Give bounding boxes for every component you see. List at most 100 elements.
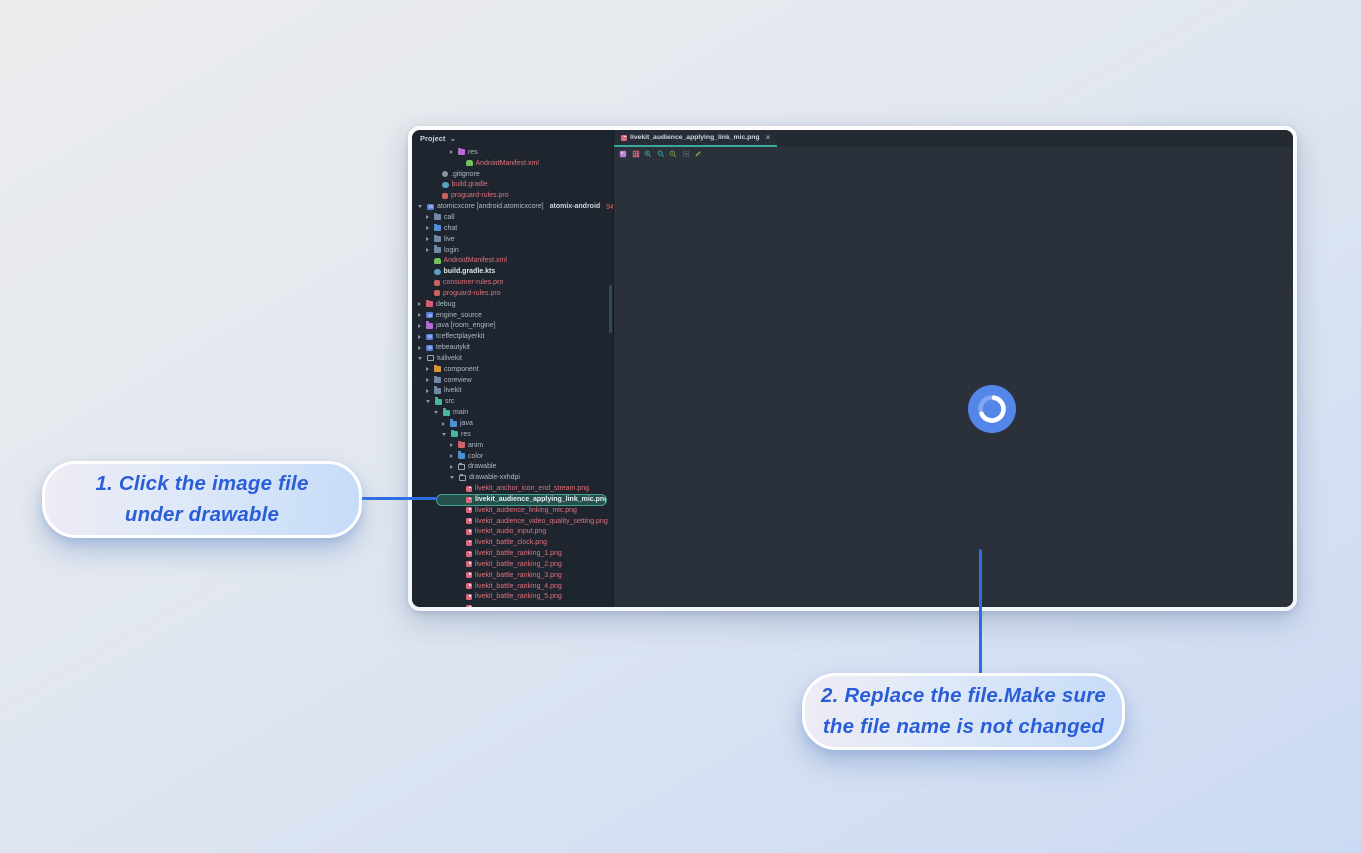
chevron-down-icon[interactable]	[442, 432, 446, 436]
chevron-right-icon[interactable]	[426, 388, 431, 393]
tree-item-label: livekit_battle_ranking_2.png	[475, 560, 562, 568]
editor-tab-active[interactable]: livekit_audience_applying_link_mic.png ×	[614, 130, 778, 147]
tree-item[interactable]: proguard-rules.pro	[412, 190, 613, 201]
tree-item-label: java	[460, 420, 473, 428]
tree-item[interactable]: .gitignore	[412, 169, 613, 180]
chevron-down-icon[interactable]	[418, 356, 422, 360]
tree-item[interactable]: res	[412, 147, 613, 158]
pixel-grid-icon[interactable]	[632, 150, 640, 158]
tree-item-selected[interactable]: livekit_audience_applying_link_mic.png	[436, 493, 607, 506]
chevron-down-icon[interactable]	[418, 205, 422, 209]
tree-item[interactable]: livekit_battle_ranking_3.png	[412, 570, 613, 581]
project-panel-title: Project	[420, 134, 446, 143]
image-file-icon	[466, 583, 472, 590]
tree-item[interactable]: src	[412, 396, 613, 407]
tree-item[interactable]: debug	[412, 299, 613, 310]
chevron-right-icon[interactable]	[450, 454, 455, 459]
chevron-right-icon[interactable]	[418, 302, 423, 307]
tree-item[interactable]: tceffectplayerkit	[412, 331, 613, 342]
tree-item[interactable]: java	[412, 418, 613, 429]
chevron-right-icon[interactable]	[418, 334, 423, 339]
tree-item[interactable]: livekit_battle_ranking_5.png	[412, 592, 613, 603]
tree-item[interactable]: atomicxcore [android.atomicxcore] atomix-…	[412, 201, 613, 212]
chevron-right-icon[interactable]	[426, 226, 431, 231]
chevron-right-icon[interactable]	[426, 378, 431, 383]
tree-item[interactable]: chat	[412, 223, 613, 234]
tree-item[interactable]: live	[412, 234, 613, 245]
tree-item[interactable]: tebeautykit	[412, 342, 613, 353]
tree-item[interactable]: call	[412, 212, 613, 223]
tree-item[interactable]: build.gradle.kts	[412, 266, 613, 277]
tree-item[interactable]: livekit_battle_ranking_1.png	[412, 548, 613, 559]
module-icon	[426, 312, 433, 319]
close-icon[interactable]: ×	[766, 133, 771, 142]
chevron-down-icon[interactable]	[434, 411, 438, 415]
chevron-right-icon[interactable]	[450, 150, 455, 155]
chessboard-background-icon[interactable]	[619, 150, 627, 158]
image-file-icon	[466, 518, 472, 525]
pro-file-icon	[442, 192, 448, 199]
tree-item-label: drawable	[468, 463, 497, 471]
fit-to-window-icon[interactable]	[682, 150, 690, 158]
edit-externally-icon[interactable]	[694, 150, 702, 158]
tree-item-label: livekit_battle_clock.png	[475, 539, 547, 547]
chevron-right-icon[interactable]	[426, 215, 431, 220]
spinner-ring-icon	[978, 395, 1006, 423]
chevron-right-icon[interactable]	[426, 248, 431, 253]
tree-item[interactable]: drawable-xxhdpi	[412, 472, 613, 483]
chevron-right-icon[interactable]	[426, 367, 431, 372]
tree-item-label: tceffectplayerkit	[436, 333, 485, 341]
tree-item[interactable]: AndroidManifest.xml	[412, 158, 613, 169]
tree-item-label: build.gradle.kts	[443, 268, 496, 276]
tree-item[interactable]: livekit_audience_linking_mic.png	[412, 505, 613, 516]
tree-item[interactable]: engine_source	[412, 310, 613, 321]
tree-item[interactable]: coreview	[412, 375, 613, 386]
tree-item-label: AndroidManifest.xml	[475, 159, 539, 167]
tree-item[interactable]: tuilivekit	[412, 353, 613, 364]
chevron-right-icon[interactable]	[418, 345, 423, 350]
chevron-down-icon[interactable]	[450, 476, 454, 480]
folder-blue-icon	[458, 451, 465, 460]
folder-outline-icon	[427, 354, 434, 362]
tree-item-label: atomicxcore [android.atomicxcore]	[437, 203, 544, 211]
folder-source-icon	[435, 397, 442, 405]
tree-item[interactable]: component	[412, 364, 613, 375]
tree-item[interactable]: livekit_battle_ranking_2.png	[412, 559, 613, 570]
project-panel-header[interactable]: Project ⌄	[412, 130, 613, 147]
tree-item[interactable]: livekit_audio_input.png	[412, 527, 613, 538]
tree-item[interactable]: anim	[412, 440, 613, 451]
chevron-right-icon[interactable]	[418, 313, 423, 318]
tree-item[interactable]: consumer-rules.pro	[412, 277, 613, 288]
gradle-icon	[434, 268, 441, 275]
tree-item-label: livekit_audience_linking_mic.png	[475, 506, 577, 514]
git-status-badge: 94↑ 2↓ / 1 ⚠	[606, 203, 613, 211]
tree-item[interactable]: livekit_battle_ranking_4.png	[412, 581, 613, 592]
zoom-out-icon[interactable]	[657, 150, 665, 158]
tree-item[interactable]: proguard-rules.pro	[412, 288, 613, 299]
tree-item[interactable]: main	[412, 407, 613, 418]
tree-item[interactable]: java [room_engine]	[412, 321, 613, 332]
chevron-right-icon[interactable]	[450, 464, 455, 469]
tree-item[interactable]: livekit_anchor_icon_end_stream.png	[412, 483, 613, 494]
chevron-right-icon[interactable]	[450, 443, 455, 448]
tree-item-label: src	[445, 398, 455, 406]
chevron-right-icon[interactable]	[418, 323, 423, 328]
tree-item[interactable]: livekit	[412, 386, 613, 397]
tree-item[interactable]: login	[412, 245, 613, 256]
tree-item-label: livekit	[444, 387, 462, 395]
chevron-right-icon[interactable]	[442, 421, 447, 426]
tree-item[interactable]: drawable	[412, 461, 613, 472]
actual-size-icon[interactable]	[669, 150, 677, 158]
tree-item[interactable]: res	[412, 429, 613, 440]
folder-icon	[434, 375, 441, 384]
project-tree-scrollbar[interactable]	[609, 285, 612, 333]
tree-item[interactable]	[412, 602, 613, 607]
tree-item[interactable]: AndroidManifest.xml	[412, 255, 613, 266]
tree-item[interactable]: livekit_battle_clock.png	[412, 537, 613, 548]
tree-item[interactable]: build.gradle	[412, 180, 613, 191]
zoom-in-icon[interactable]	[644, 150, 652, 158]
chevron-down-icon[interactable]	[426, 400, 430, 404]
tree-item[interactable]: color	[412, 451, 613, 462]
chevron-right-icon[interactable]	[426, 237, 431, 242]
tree-item[interactable]: livekit_audience_video_quality_setting.p…	[412, 516, 613, 527]
